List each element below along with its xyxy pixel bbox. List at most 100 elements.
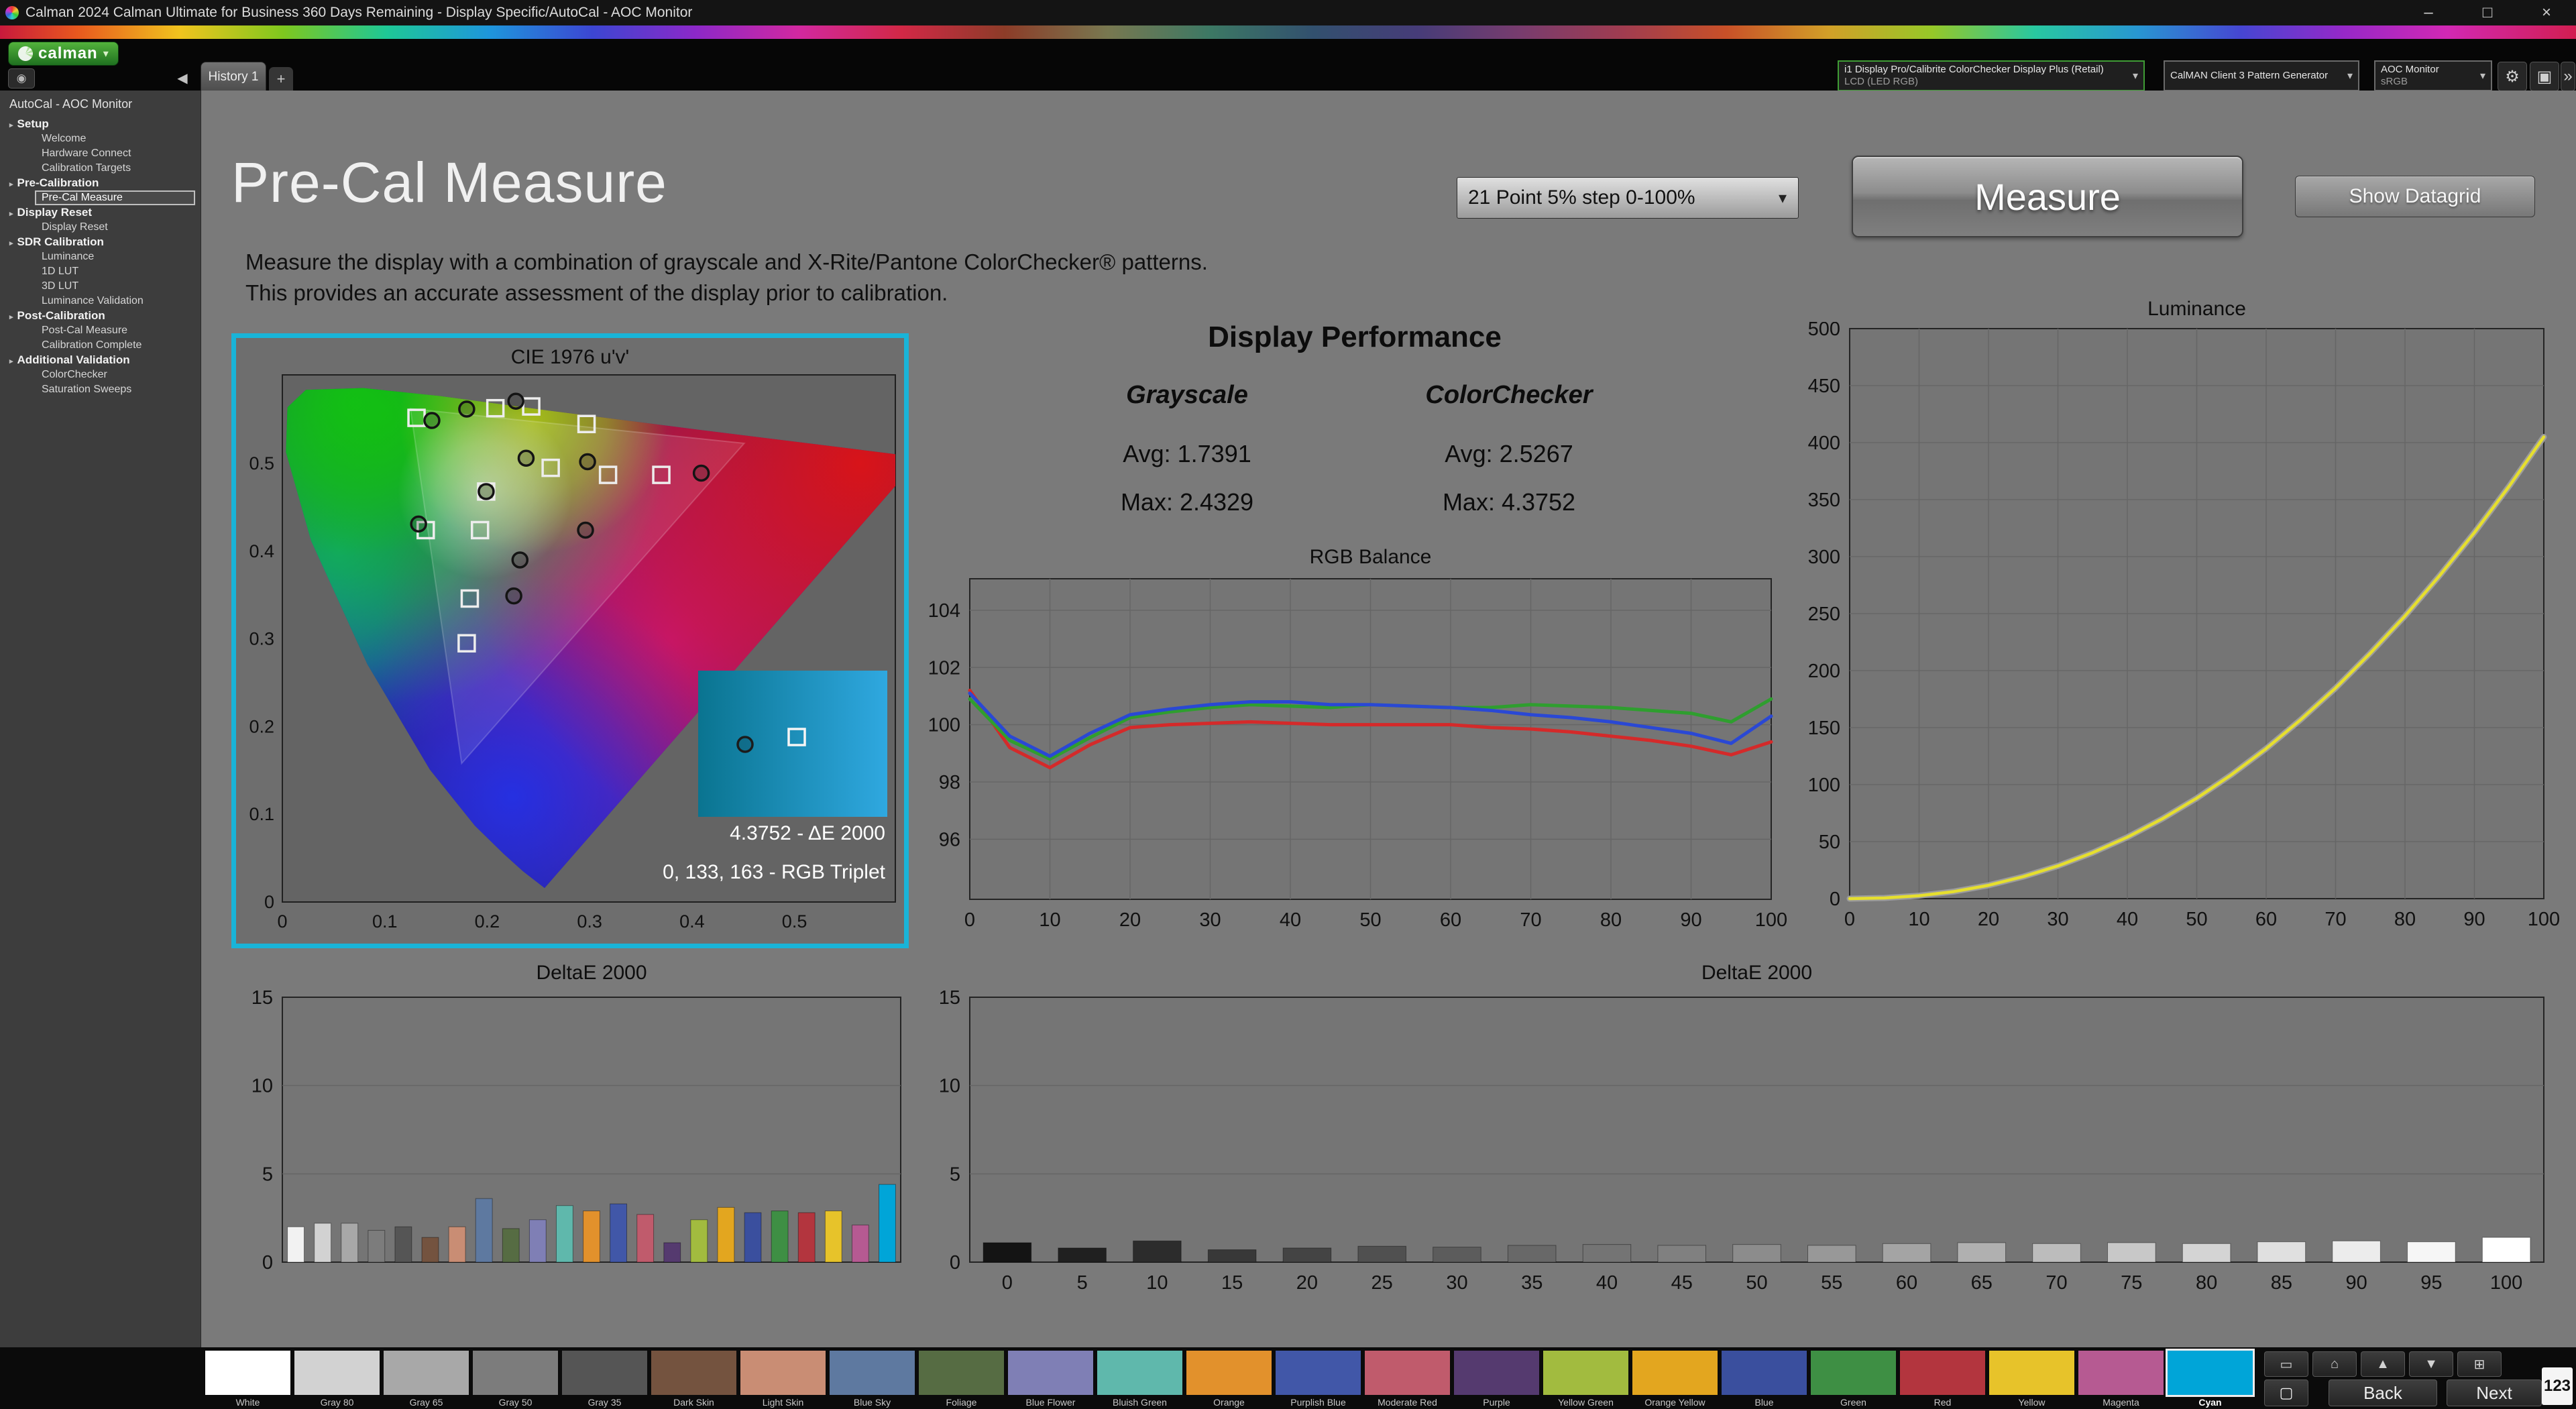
- patch-blue-sky[interactable]: Blue Sky: [828, 1351, 917, 1408]
- new-tab-button[interactable]: +: [269, 67, 293, 91]
- patch-moderate-red[interactable]: Moderate Red: [1363, 1351, 1452, 1408]
- deltae-grayscale-chart: 0510150510152025303540455055606570758085…: [919, 991, 2562, 1299]
- back-button[interactable]: Back: [2329, 1379, 2437, 1406]
- svg-text:50: 50: [1819, 832, 1840, 853]
- patch-bluish-green[interactable]: Bluish Green: [1095, 1351, 1184, 1408]
- sidebar-item-colorchecker[interactable]: ColorChecker: [35, 368, 195, 382]
- svg-text:70: 70: [1520, 909, 1541, 931]
- footer-display-button[interactable]: ▭: [2264, 1351, 2308, 1377]
- sidebar-item-display-reset[interactable]: Display Reset: [35, 220, 195, 235]
- sidebar-section-post-calibration[interactable]: ▸Post-Calibration: [0, 308, 201, 323]
- sidebar-item-hardware-connect[interactable]: Hardware Connect: [35, 146, 195, 161]
- footer-home-button[interactable]: ⌂: [2312, 1351, 2357, 1377]
- measure-button[interactable]: Measure: [1852, 156, 2243, 237]
- sidebar-section-setup[interactable]: ▸Setup: [0, 117, 201, 131]
- sidebar-item-3d-lut[interactable]: 3D LUT: [35, 279, 195, 294]
- footer-arrow-down-button[interactable]: ▼: [2409, 1351, 2453, 1377]
- patch-orange[interactable]: Orange: [1184, 1351, 1274, 1408]
- patch-yellow[interactable]: Yellow: [1987, 1351, 2076, 1408]
- patch-label: Magenta: [2103, 1397, 2139, 1408]
- svg-text:35: 35: [1521, 1272, 1543, 1294]
- patch-label: Gray 65: [410, 1397, 443, 1408]
- patch-red[interactable]: Red: [1898, 1351, 1987, 1408]
- svg-text:50: 50: [1359, 909, 1381, 931]
- svg-text:65: 65: [1971, 1272, 1993, 1294]
- window-controls: – □ ×: [2399, 0, 2576, 25]
- sidebar-item-welcome[interactable]: Welcome: [35, 131, 195, 146]
- svg-text:70: 70: [2046, 1272, 2067, 1294]
- show-datagrid-button[interactable]: Show Datagrid: [2295, 176, 2535, 217]
- tree-expander-icon: ▸: [9, 357, 13, 365]
- top-toolbar: calman ▾ ◉ ◀ History 1 + i1 Display Pro/…: [0, 39, 2576, 91]
- sidebar-item-calibration-complete[interactable]: Calibration Complete: [35, 338, 195, 353]
- patch-dark-skin[interactable]: Dark Skin: [649, 1351, 738, 1408]
- patch-green[interactable]: Green: [1809, 1351, 1898, 1408]
- pattern-source-dropdown[interactable]: CalMAN Client 3 Pattern Generator ▾: [2164, 60, 2359, 91]
- patch-purple[interactable]: Purple: [1452, 1351, 1541, 1408]
- settings-gear-button[interactable]: ⚙: [2498, 62, 2527, 91]
- svg-text:20: 20: [1119, 909, 1141, 931]
- svg-text:100: 100: [1755, 909, 1787, 931]
- svg-text:90: 90: [1680, 909, 1701, 931]
- calman-flower-icon: [18, 46, 33, 61]
- svg-text:70: 70: [2325, 909, 2346, 930]
- patch-blue-flower[interactable]: Blue Flower: [1006, 1351, 1095, 1408]
- close-button[interactable]: ×: [2517, 0, 2576, 25]
- sidebar-item-luminance[interactable]: Luminance: [35, 249, 195, 264]
- calman-app: Calman 2024 Calman Ultimate for Business…: [0, 0, 2576, 1409]
- patch-orange-yellow[interactable]: Orange Yellow: [1630, 1351, 1720, 1408]
- sidebar-item-1d-lut[interactable]: 1D LUT: [35, 264, 195, 279]
- sidebar-section-sdr-calibration[interactable]: ▸SDR Calibration: [0, 235, 201, 249]
- next-button[interactable]: Next: [2447, 1379, 2542, 1406]
- maximize-button[interactable]: □: [2458, 0, 2517, 25]
- pattern-dropdown-text: CalMAN Client 3 Pattern Generator: [2170, 70, 2343, 82]
- expand-right-button[interactable]: »: [2561, 62, 2575, 91]
- layout-settings-button[interactable]: ▣: [2530, 62, 2559, 91]
- svg-text:0.3: 0.3: [249, 629, 274, 649]
- patch-blue[interactable]: Blue: [1720, 1351, 1809, 1408]
- patch-gray-80[interactable]: Gray 80: [292, 1351, 382, 1408]
- workflow-tree: ▸SetupWelcomeHardware ConnectCalibration…: [0, 117, 201, 397]
- collapse-sidebar-button[interactable]: ◀: [169, 68, 196, 87]
- calman-logo-menu[interactable]: calman ▾: [8, 42, 119, 66]
- svg-text:20: 20: [1296, 1272, 1318, 1294]
- svg-text:96: 96: [939, 829, 960, 850]
- patch-gray-35[interactable]: Gray 35: [560, 1351, 649, 1408]
- patch-foliage[interactable]: Foliage: [917, 1351, 1006, 1408]
- minimize-button[interactable]: –: [2399, 0, 2458, 25]
- svg-text:75: 75: [2121, 1272, 2142, 1294]
- sidebar-section-display-reset[interactable]: ▸Display Reset: [0, 205, 201, 220]
- footer-arrow-up-button[interactable]: ▲: [2361, 1351, 2405, 1377]
- sidebar-item-post-cal-measure[interactable]: Post-Cal Measure: [35, 323, 195, 338]
- patch-label: Blue Flower: [1026, 1397, 1076, 1408]
- cie-chart: 00.10.20.30.40.500.10.20.30.40.5: [236, 338, 904, 944]
- sidebar-section-additional-validation[interactable]: ▸Additional Validation: [0, 353, 201, 368]
- svg-text:55: 55: [1821, 1272, 1842, 1294]
- window-titlebar: Calman 2024 Calman Ultimate for Business…: [0, 0, 2576, 25]
- patch-cyan[interactable]: Cyan: [2166, 1351, 2255, 1408]
- sidebar-item-calibration-targets[interactable]: Calibration Targets: [35, 161, 195, 176]
- sidebar-item-saturation-sweeps[interactable]: Saturation Sweeps: [35, 382, 195, 397]
- sidebar-item-pre-cal-measure[interactable]: Pre-Cal Measure: [35, 190, 195, 205]
- patch-label: Dark Skin: [673, 1397, 714, 1408]
- app-icon: [5, 6, 19, 19]
- meter-dropdown[interactable]: i1 Display Pro/Calibrite ColorChecker Di…: [1838, 60, 2145, 91]
- measurement-points-dropdown[interactable]: 21 Point 5% step 0-100% ▾: [1457, 177, 1799, 219]
- patch-purplish-blue[interactable]: Purplish Blue: [1274, 1351, 1363, 1408]
- tab-history-1[interactable]: History 1: [201, 62, 266, 91]
- display-dropdown[interactable]: AOC Monitor sRGB ▾: [2374, 60, 2492, 91]
- patch-light-skin[interactable]: Light Skin: [738, 1351, 828, 1408]
- sidebar-item-luminance-validation[interactable]: Luminance Validation: [35, 294, 195, 308]
- patch-magenta[interactable]: Magenta: [2076, 1351, 2166, 1408]
- svg-text:45: 45: [1671, 1272, 1693, 1294]
- pattern-window-button[interactable]: ▢: [2264, 1379, 2308, 1406]
- patch-gray-50[interactable]: Gray 50: [471, 1351, 560, 1408]
- deltae-colorchecker-chart: 051015: [231, 991, 909, 1299]
- patch-gray-65[interactable]: Gray 65: [382, 1351, 471, 1408]
- session-button[interactable]: ◉: [8, 68, 35, 89]
- patch-yellow-green[interactable]: Yellow Green: [1541, 1351, 1630, 1408]
- patch-white[interactable]: White: [203, 1351, 292, 1408]
- sidebar-section-pre-calibration[interactable]: ▸Pre-Calibration: [0, 176, 201, 190]
- footer-grid-button[interactable]: ⊞: [2457, 1351, 2502, 1377]
- patch-swatch-cyan: [2168, 1351, 2253, 1395]
